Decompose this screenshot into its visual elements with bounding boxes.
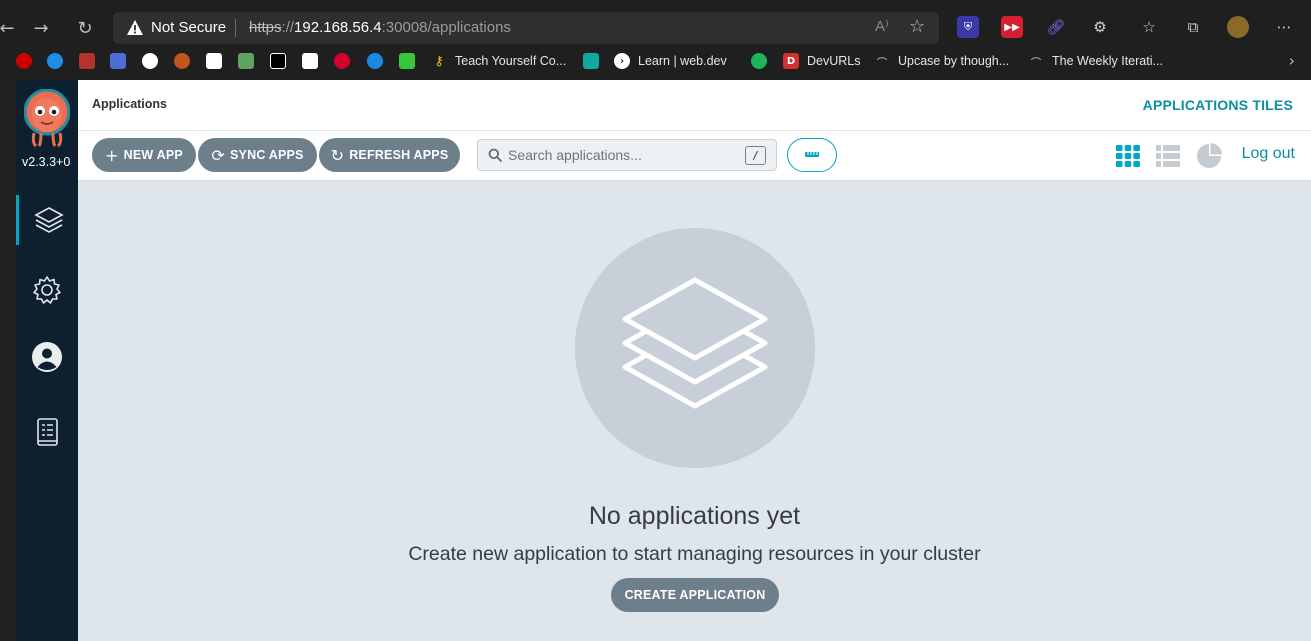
address-separator bbox=[235, 19, 236, 37]
search-box: / bbox=[477, 139, 777, 171]
bookmark-favicon-icon[interactable] bbox=[47, 53, 63, 69]
forward-icon[interactable]: → bbox=[26, 13, 56, 43]
filter-icon bbox=[805, 152, 819, 157]
bookmark-favicon-icon[interactable] bbox=[16, 53, 32, 69]
create-application-button[interactable]: CREATE APPLICATION bbox=[611, 578, 779, 612]
chevron-right-icon[interactable]: › bbox=[1289, 51, 1295, 70]
list-view-icon[interactable] bbox=[1155, 143, 1181, 169]
bookmark-label: The Weekly Iterati... bbox=[1052, 54, 1163, 68]
extensions-icon[interactable]: ⚙ bbox=[1089, 16, 1111, 38]
bookmark-label: Upcase by though... bbox=[898, 54, 1010, 68]
bookmark-favicon-icon[interactable] bbox=[238, 53, 254, 69]
bookmark-favicon-icon[interactable] bbox=[751, 53, 767, 69]
logout-link[interactable]: Log out bbox=[1242, 145, 1295, 163]
sidebar-item-applications[interactable] bbox=[16, 195, 78, 245]
sync-apps-button[interactable]: ⟳ SYNC APPS bbox=[198, 138, 317, 172]
bookmark-favicon-icon[interactable] bbox=[110, 53, 126, 69]
gear-icon bbox=[33, 276, 61, 304]
bookmark-upcase[interactable]: ⌒ Upcase by though... bbox=[874, 52, 1009, 70]
layers-icon bbox=[33, 207, 64, 233]
bookmark-devurls[interactable]: D DevURLs bbox=[783, 52, 861, 70]
tiles-view-icon[interactable] bbox=[1115, 143, 1141, 169]
search-icon bbox=[488, 148, 502, 162]
bookmark-label: DevURLs bbox=[807, 54, 861, 68]
summary-view-icon[interactable] bbox=[1196, 143, 1222, 169]
empty-state-title: No applications yet bbox=[588, 502, 801, 530]
devurls-icon: D bbox=[783, 53, 799, 69]
plus-icon: + bbox=[105, 145, 119, 165]
layers-icon bbox=[622, 277, 768, 409]
refresh-apps-label: REFRESH APPS bbox=[349, 148, 449, 162]
bookmark-favicon-icon[interactable] bbox=[367, 53, 383, 69]
github-icon[interactable] bbox=[142, 53, 158, 69]
collections-icon[interactable]: ⧉ bbox=[1182, 16, 1204, 38]
favorites-icon[interactable]: ☆ bbox=[1138, 16, 1160, 38]
sidebar-item-settings[interactable] bbox=[16, 265, 78, 315]
upcase-icon: ⌒ bbox=[877, 57, 887, 69]
sidebar-item-user-info[interactable] bbox=[16, 332, 78, 382]
key-icon: ⚷ bbox=[434, 53, 444, 69]
empty-state-illustration bbox=[575, 228, 815, 468]
security-label[interactable]: Not Secure bbox=[151, 19, 226, 36]
bookmarks-bar: ⚷ Teach Yourself Co... › Learn | web.dev D… bbox=[0, 46, 1311, 76]
refresh-apps-button[interactable]: ↻ REFRESH APPS bbox=[319, 138, 460, 172]
profile-avatar[interactable] bbox=[1227, 16, 1249, 38]
bitwarden-extension-icon[interactable]: ⛨ bbox=[957, 16, 979, 38]
bookmark-favicon-icon[interactable] bbox=[174, 53, 190, 69]
refresh-icon: ↻ bbox=[330, 145, 345, 165]
applications-list-area: No applications yet Create new applicati… bbox=[78, 181, 1311, 641]
sidebar-item-documentation[interactable] bbox=[16, 407, 78, 457]
new-app-label: NEW APP bbox=[123, 148, 183, 162]
bookmark-label: Teach Yourself Co... bbox=[455, 54, 567, 68]
background-window-edge bbox=[0, 80, 16, 641]
bookmark-favicon-icon[interactable] bbox=[206, 53, 222, 69]
url-path: :30008/applications bbox=[381, 19, 511, 36]
weekly-icon: ⌒ bbox=[1031, 57, 1041, 69]
read-aloud-icon[interactable]: A⁾ bbox=[875, 17, 889, 35]
more-menu-icon[interactable]: ⋯ bbox=[1273, 16, 1295, 38]
bookmark-weekly-iteration[interactable]: ⌒ The Weekly Iterati... bbox=[1028, 52, 1163, 70]
url-scheme: https bbox=[249, 19, 282, 36]
breadcrumb[interactable]: Applications bbox=[92, 97, 167, 111]
page-title: APPLICATIONS TILES bbox=[1142, 97, 1293, 113]
browser-toolbar: ← → ↻ Not Secure https://192.168.56.4:30… bbox=[0, 0, 1311, 46]
sync-apps-label: SYNC APPS bbox=[230, 148, 304, 162]
url-text[interactable]: https://192.168.56.4:30008/applications bbox=[249, 19, 511, 36]
bookmark-favicon-icon[interactable] bbox=[270, 53, 286, 69]
bookmark-favicon-icon[interactable] bbox=[79, 53, 95, 69]
search-shortcut-hint: / bbox=[745, 146, 766, 165]
browser-chrome: ← → ↻ Not Secure https://192.168.56.4:30… bbox=[0, 0, 1311, 80]
url-host: 192.168.56.4 bbox=[294, 19, 382, 36]
sync-icon: ⟳ bbox=[211, 145, 226, 165]
bookmark-favicon-icon[interactable] bbox=[334, 53, 350, 69]
bookmark-favicon-icon[interactable] bbox=[302, 53, 318, 69]
book-icon bbox=[37, 418, 58, 446]
media-extension-icon[interactable]: ▶▶ bbox=[1001, 16, 1023, 38]
argo-logo-icon[interactable] bbox=[24, 89, 70, 147]
bookmark-favicon-icon[interactable] bbox=[399, 53, 415, 69]
new-app-button[interactable]: + NEW APP bbox=[92, 138, 196, 172]
add-favorite-icon[interactable]: ☆ bbox=[909, 16, 925, 37]
filter-toggle-button[interactable] bbox=[787, 138, 837, 172]
page-header: Applications APPLICATIONS TILES bbox=[78, 80, 1311, 131]
toolbar: + NEW APP ⟳ SYNC APPS ↻ REFRESH APPS / bbox=[78, 131, 1311, 181]
url-separator: :// bbox=[281, 19, 295, 36]
sidebar: v2.3.3+0 bbox=[16, 80, 78, 641]
bookmark-teach-yourself[interactable]: ⚷ Teach Yourself Co... bbox=[431, 52, 566, 70]
bookmark-favicon-icon[interactable] bbox=[583, 53, 599, 69]
user-icon bbox=[32, 342, 62, 372]
bookmark-web-dev[interactable]: › Learn | web.dev bbox=[614, 52, 727, 70]
bookmark-label: Learn | web.dev bbox=[638, 54, 727, 68]
back-icon[interactable]: ← bbox=[0, 13, 22, 43]
version-label: v2.3.3+0 bbox=[22, 155, 71, 169]
reload-icon[interactable]: ↻ bbox=[70, 13, 100, 43]
address-bar[interactable]: Not Secure https://192.168.56.4:30008/ap… bbox=[113, 12, 939, 44]
link-extension-icon[interactable]: 🔗︎ bbox=[1045, 16, 1067, 38]
warning-icon bbox=[127, 20, 143, 35]
web-dev-icon: › bbox=[614, 53, 630, 69]
empty-state-subtitle: Create new application to start managing… bbox=[408, 543, 981, 565]
search-input[interactable] bbox=[508, 141, 738, 169]
